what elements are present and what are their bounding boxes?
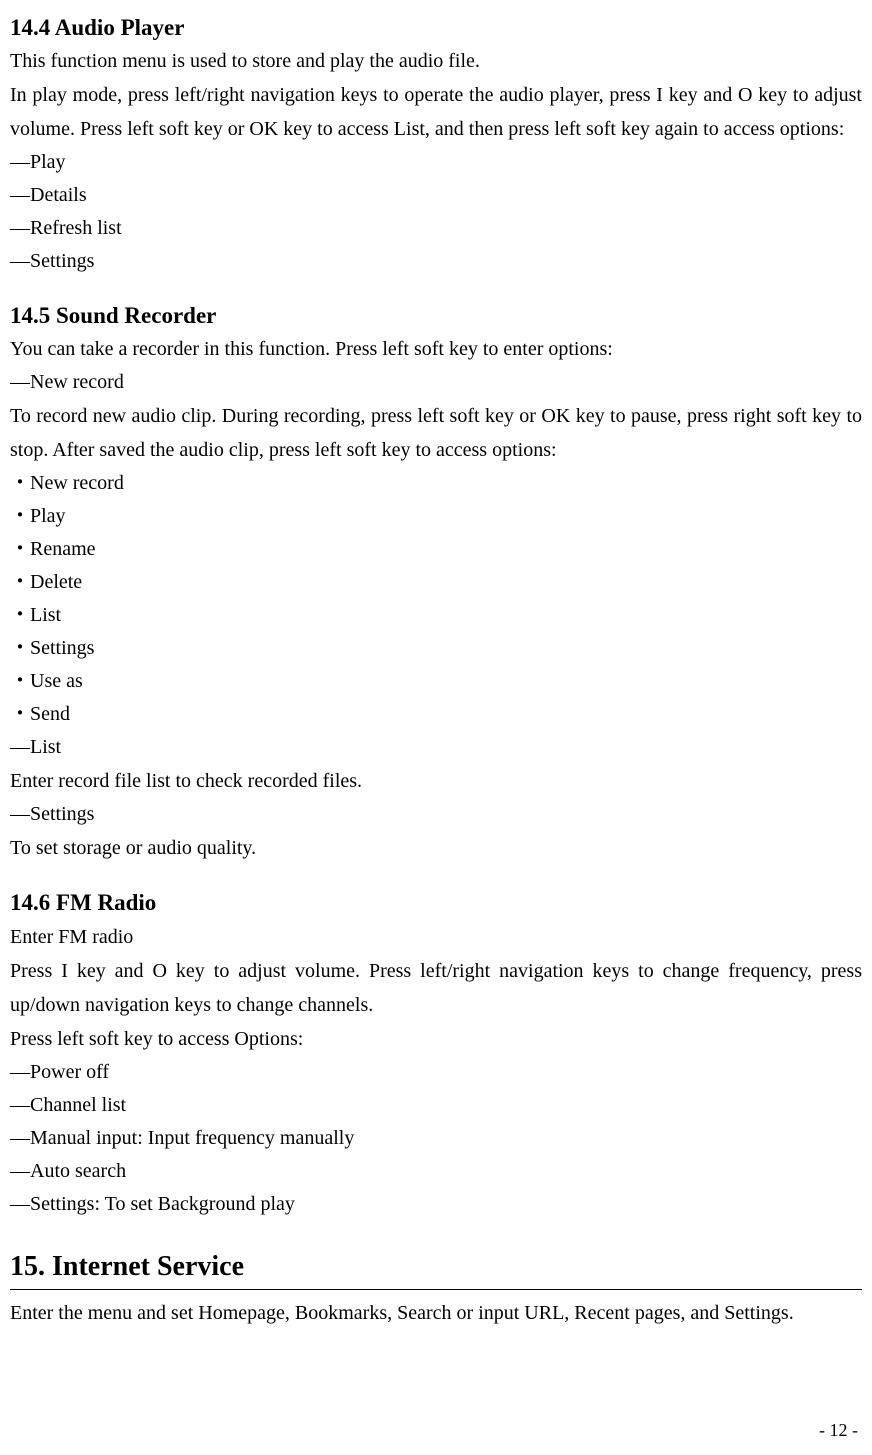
list-label: Settings — [30, 637, 94, 659]
dot-item-settings: Settings — [10, 632, 862, 665]
paragraph-14-6-3: Press left soft key to access Options: — [10, 1022, 862, 1056]
list-item-14-4-refresh: Refresh list — [10, 212, 862, 245]
list-item-14-4-details: Details — [10, 179, 862, 212]
list-label: Delete — [30, 571, 82, 593]
list-item-14-4-settings: Settings — [10, 245, 862, 278]
page-number: - 12 - — [819, 1420, 858, 1441]
list-label: Use as — [30, 670, 83, 692]
list-item-14-4-play: Play — [10, 146, 862, 179]
heading-15: 15. Internet Service — [10, 1251, 862, 1283]
list-item-14-5-new-record: New record — [10, 366, 862, 399]
dot-item-rename: Rename — [10, 533, 862, 566]
list-label: Details — [30, 184, 87, 206]
list-label: Rename — [30, 538, 96, 560]
list-item-14-6-manual-input: Manual input: Input frequency manually — [10, 1122, 862, 1155]
list-label: Settings — [30, 250, 94, 272]
list-label: Refresh list — [30, 217, 122, 239]
list-label: Settings: To set Background play — [30, 1193, 295, 1215]
list-item-14-6-channel-list: Channel list — [10, 1089, 862, 1122]
list-item-14-6-power-off: Power off — [10, 1056, 862, 1089]
list-label: Channel list — [30, 1094, 126, 1116]
dot-item-play: Play — [10, 500, 862, 533]
dot-item-use-as: Use as — [10, 665, 862, 698]
list-item-14-5-settings: Settings — [10, 798, 862, 831]
paragraph-15-1: Enter the menu and set Homepage, Bookmar… — [10, 1296, 862, 1330]
list-label: List — [30, 604, 61, 626]
list-label: Settings — [30, 803, 94, 825]
heading-14-6: 14.6 FM Radio — [10, 887, 862, 919]
dot-item-send: Send — [10, 698, 862, 731]
list-item-14-6-settings: Settings: To set Background play — [10, 1188, 862, 1221]
heading-14-5: 14.5 Sound Recorder — [10, 300, 862, 332]
list-label: New record — [30, 371, 124, 393]
paragraph-14-6-1: Enter FM radio — [10, 920, 862, 954]
divider — [10, 1289, 862, 1290]
list-item-14-5-list: List — [10, 731, 862, 764]
paragraph-14-5-4: To set storage or audio quality. — [10, 831, 862, 865]
paragraph-14-5-1: You can take a recorder in this function… — [10, 332, 862, 366]
list-label: Power off — [30, 1061, 109, 1083]
heading-14-4: 14.4 Audio Player — [10, 12, 862, 44]
list-label: List — [30, 736, 61, 758]
paragraph-14-4-2: In play mode, press left/right navigatio… — [10, 78, 862, 146]
dot-item-list: List — [10, 599, 862, 632]
list-label: Manual input: Input frequency manually — [30, 1127, 354, 1149]
paragraph-14-6-2: Press I key and O key to adjust volume. … — [10, 954, 862, 1022]
list-item-14-6-auto-search: Auto search — [10, 1155, 862, 1188]
list-label: Send — [30, 703, 70, 725]
paragraph-14-5-2: To record new audio clip. During recordi… — [10, 399, 862, 467]
list-label: Auto search — [30, 1160, 126, 1182]
paragraph-14-5-3: Enter record file list to check recorded… — [10, 764, 862, 798]
paragraph-14-4-1: This function menu is used to store and … — [10, 44, 862, 78]
list-label: Play — [30, 151, 66, 173]
list-label: Play — [30, 505, 66, 527]
list-label: New record — [30, 472, 124, 494]
dot-item-new-record: New record — [10, 467, 862, 500]
dot-item-delete: Delete — [10, 566, 862, 599]
